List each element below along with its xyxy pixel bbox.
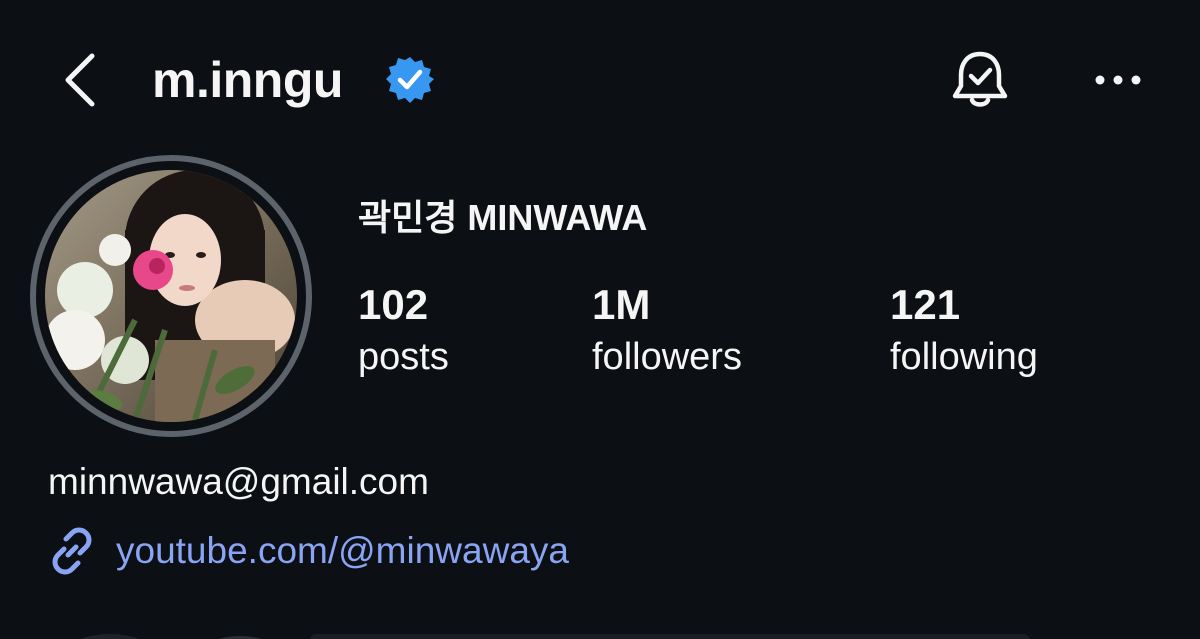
posts-stat[interactable]: 102 posts <box>358 280 449 380</box>
profile-photo <box>45 170 297 422</box>
profile-username: m.inngu <box>152 52 343 108</box>
following-label: following <box>890 336 1038 378</box>
following-stat[interactable]: 121 following <box>890 280 1038 380</box>
profile-link[interactable]: youtube.com/@minwawaya <box>46 525 569 577</box>
more-options-button[interactable] <box>1090 60 1150 100</box>
followers-stat[interactable]: 1M followers <box>592 280 742 380</box>
profile-display-name: 곽민경 MINWAWA <box>358 197 648 238</box>
profile-link-text: youtube.com/@minwawaya <box>116 530 569 571</box>
posts-label: posts <box>358 336 449 378</box>
avatar[interactable] <box>45 170 297 422</box>
verified-badge-icon <box>386 57 434 103</box>
link-icon <box>52 527 92 575</box>
back-button[interactable] <box>52 44 112 114</box>
bio-email: minnwawa@gmail.com <box>48 461 429 502</box>
more-options-icon <box>1095 75 1141 85</box>
followed-by-row <box>0 620 1200 639</box>
followers-label: followers <box>592 336 742 378</box>
following-count: 121 <box>890 281 961 328</box>
profile-screen: m.inngu 곽민경 MINWAWA 102 posts 1M followe… <box>0 0 1200 639</box>
back-chevron-icon <box>65 53 95 107</box>
notification-bell-icon <box>952 51 1008 107</box>
followers-count: 1M <box>592 281 651 328</box>
posts-count: 102 <box>358 281 429 328</box>
followed-by-preview <box>80 634 1030 639</box>
notifications-button[interactable] <box>945 44 1015 114</box>
